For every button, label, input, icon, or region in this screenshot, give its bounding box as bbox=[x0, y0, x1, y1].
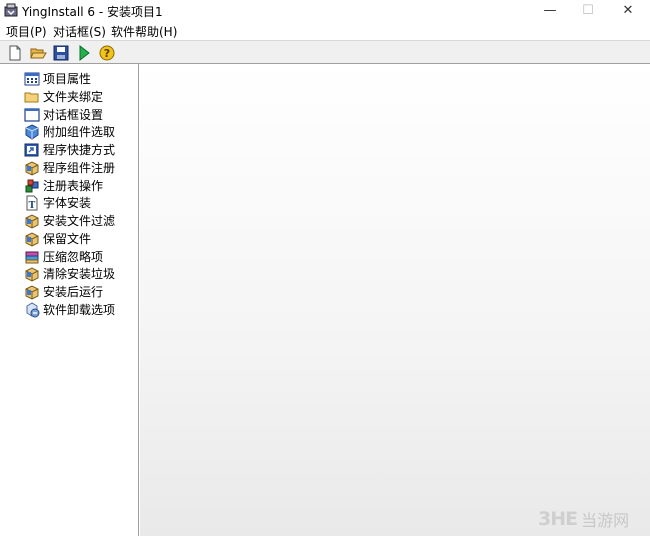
tree-item-label: 软件卸载选项 bbox=[43, 303, 116, 317]
tree-item-shortcuts[interactable]: 程序快捷方式 bbox=[24, 141, 115, 158]
menu-dialog[interactable]: 对话框(S) bbox=[53, 23, 106, 40]
tree-item-component-registration[interactable]: 程序组件注册 bbox=[24, 159, 115, 176]
watermark: 3HE 当游网 bbox=[538, 506, 648, 532]
package-icon bbox=[25, 266, 39, 282]
svg-text:T: T bbox=[29, 201, 36, 211]
open-folder-icon[interactable] bbox=[29, 44, 47, 62]
tree-item-label: 安装后运行 bbox=[43, 285, 104, 299]
title-bar: YingInstall 6 - 安装项目1 — ☐ ✕ bbox=[0, 0, 650, 21]
package-icon bbox=[25, 231, 39, 247]
tree-item-clean-junk[interactable]: 清除安装垃圾 bbox=[24, 265, 115, 282]
tree-item-file-filter[interactable]: 安装文件过滤 bbox=[24, 212, 115, 229]
tree-item-label: 程序快捷方式 bbox=[43, 143, 116, 157]
tree-item-project-properties[interactable]: 项目属性 bbox=[24, 70, 91, 87]
menu-bar: 项目(P) 对话框(S) 软件帮助(H) bbox=[0, 21, 650, 40]
tree-item-label: 项目属性 bbox=[43, 72, 92, 86]
registry-icon bbox=[25, 179, 39, 192]
uninstall-icon bbox=[26, 301, 40, 317]
tree-panel: 项目属性 文件夹绑定 对话框设置 附加组件选取 程序快捷方式 程序组件注册 注册… bbox=[0, 64, 139, 536]
dialog-icon bbox=[24, 107, 40, 122]
package-icon bbox=[25, 213, 39, 229]
package-icon bbox=[25, 160, 39, 176]
help-icon[interactable]: ? bbox=[98, 44, 116, 62]
folder-icon bbox=[24, 92, 39, 102]
tree-item-label: 安装文件过滤 bbox=[43, 214, 116, 228]
tree-item-folder-binding[interactable]: 文件夹绑定 bbox=[24, 88, 103, 105]
properties-icon bbox=[24, 72, 40, 85]
tree-item-label: 文件夹绑定 bbox=[43, 90, 104, 104]
tree-item-label: 字体安装 bbox=[43, 196, 92, 210]
close-button[interactable]: ✕ bbox=[608, 0, 648, 21]
tree-item-label: 对话框设置 bbox=[43, 108, 104, 122]
tree-item-keep-files[interactable]: 保留文件 bbox=[24, 230, 91, 247]
window-title: YingInstall 6 - 安装项目1 bbox=[22, 5, 163, 19]
tree-item-run-after-install[interactable]: 安装后运行 bbox=[24, 283, 103, 300]
tree-item-label: 附加组件选取 bbox=[43, 125, 116, 139]
tree-item-label: 压缩忽略项 bbox=[43, 250, 104, 264]
tree-item-label: 清除安装垃圾 bbox=[43, 267, 116, 281]
tree-item-addon-components[interactable]: 附加组件选取 bbox=[24, 123, 115, 140]
svg-text:?: ? bbox=[104, 47, 110, 60]
content-area bbox=[140, 64, 650, 536]
watermark-logo: 3HE bbox=[538, 508, 578, 530]
toolbar: ? bbox=[0, 40, 650, 64]
package-icon bbox=[25, 284, 39, 300]
menu-project[interactable]: 项目(P) bbox=[6, 23, 47, 40]
compress-icon bbox=[25, 251, 39, 263]
run-icon[interactable] bbox=[75, 44, 93, 62]
maximize-button[interactable]: ☐ bbox=[568, 0, 608, 21]
new-file-icon[interactable] bbox=[6, 44, 24, 62]
tree-item-label: 注册表操作 bbox=[43, 179, 104, 193]
tree-item-uninstall-options[interactable]: 软件卸载选项 bbox=[24, 301, 115, 318]
app-icon bbox=[4, 3, 18, 17]
watermark-text: 当游网 bbox=[581, 511, 630, 530]
shortcut-icon bbox=[24, 143, 39, 156]
tree-item-label: 保留文件 bbox=[43, 232, 92, 246]
tree-item-compress-ignore[interactable]: 压缩忽略项 bbox=[24, 248, 103, 265]
tree-item-label: 程序组件注册 bbox=[43, 161, 116, 175]
font-icon: T bbox=[26, 195, 38, 211]
tree-item-dialog-settings[interactable]: 对话框设置 bbox=[24, 106, 103, 123]
tree-item-registry[interactable]: 注册表操作 bbox=[24, 177, 103, 194]
component-icon bbox=[25, 123, 39, 140]
minimize-button[interactable]: — bbox=[530, 0, 570, 21]
tree-item-font-install[interactable]: T 字体安装 bbox=[24, 194, 91, 211]
menu-help[interactable]: 软件帮助(H) bbox=[111, 23, 177, 40]
save-icon[interactable] bbox=[52, 44, 70, 62]
